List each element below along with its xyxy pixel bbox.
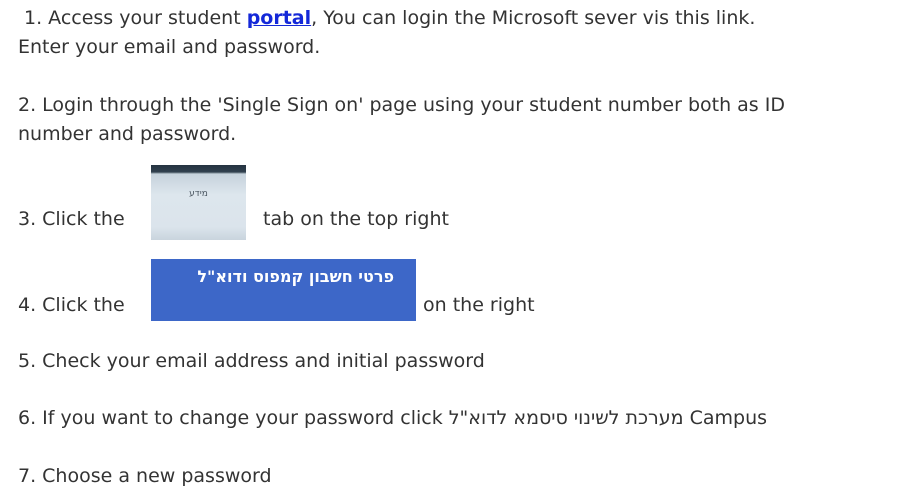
step-3-prefix: 3. Click the xyxy=(18,208,125,230)
step-4-suffix: on the right xyxy=(423,294,535,316)
account-details-button-label: פרטי חשבון קמפוס ודוא"ל xyxy=(197,267,394,286)
info-tab-label: מידע xyxy=(189,189,208,199)
step-5: 5. Check your email address and initial … xyxy=(18,350,485,372)
step-6: 6. If you want to change your password c… xyxy=(18,405,767,431)
step-1-prefix: 1. Access your student xyxy=(24,7,247,29)
step-7: 7. Choose a new password xyxy=(18,465,272,487)
portal-link[interactable]: portal xyxy=(247,7,311,29)
step-3-suffix: tab on the top right xyxy=(263,208,449,230)
step-6-prefix: 6. If you want to change your password c… xyxy=(18,407,443,429)
info-tab-image: מידע xyxy=(151,165,246,240)
step-1-line-1: 1. Access your student portal, You can l… xyxy=(24,5,755,31)
step-2-line-2: number and password. xyxy=(18,123,237,145)
step-2-line-1: 2. Login through the 'Single Sign on' pa… xyxy=(18,94,785,116)
step-1-line-2: Enter your email and password. xyxy=(18,36,321,58)
account-details-button-image: פרטי חשבון קמפוס ודוא"ל xyxy=(151,259,416,321)
step-1-suffix: , You can login the Microsoft sever vis … xyxy=(311,7,756,29)
step-6-campus: Campus xyxy=(689,407,768,429)
step-4-prefix: 4. Click the xyxy=(18,294,125,316)
step-6-hebrew-link-text: מערכת לשינוי סיסמא לדוא"ל xyxy=(448,407,684,429)
